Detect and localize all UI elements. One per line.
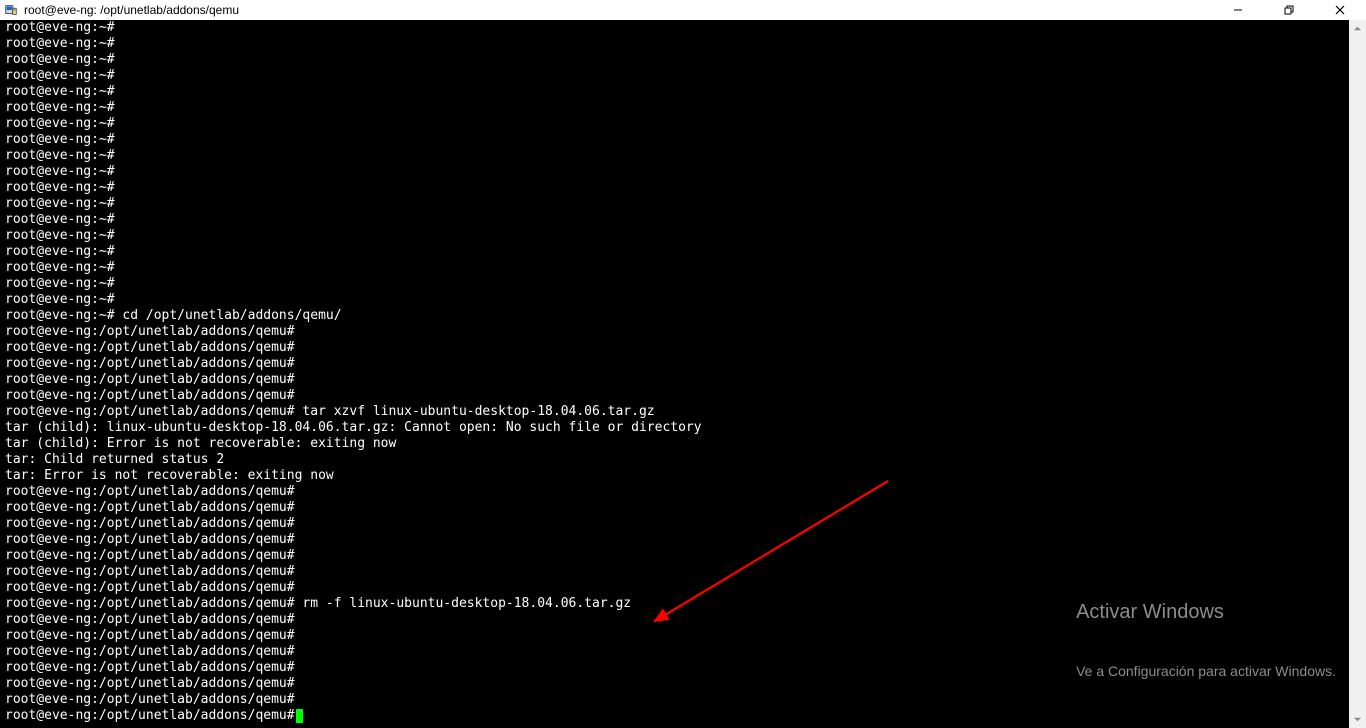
terminal-line: root@eve-ng:~# bbox=[5, 116, 1366, 132]
terminal-line: root@eve-ng:/opt/unetlab/addons/qemu# bbox=[5, 500, 1366, 516]
titlebar: root@eve-ng: /opt/unetlab/addons/qemu bbox=[0, 0, 1366, 20]
terminal-line: root@eve-ng:~# bbox=[5, 52, 1366, 68]
terminal-line: root@eve-ng:~# cd /opt/unetlab/addons/qe… bbox=[5, 308, 1366, 324]
terminal-line: root@eve-ng:~# bbox=[5, 164, 1366, 180]
putty-icon bbox=[4, 3, 18, 17]
terminal-line: root@eve-ng:/opt/unetlab/addons/qemu# bbox=[5, 708, 1366, 724]
terminal-line: root@eve-ng:~# bbox=[5, 84, 1366, 100]
terminal-line: root@eve-ng:~# bbox=[5, 276, 1366, 292]
terminal-line: root@eve-ng:~# bbox=[5, 100, 1366, 116]
terminal-line: root@eve-ng:/opt/unetlab/addons/qemu# bbox=[5, 612, 1366, 628]
terminal-line: root@eve-ng:/opt/unetlab/addons/qemu# bbox=[5, 644, 1366, 660]
terminal-line: root@eve-ng:/opt/unetlab/addons/qemu# bbox=[5, 372, 1366, 388]
minimize-button[interactable] bbox=[1215, 0, 1260, 20]
terminal-line: root@eve-ng:/opt/unetlab/addons/qemu# bbox=[5, 628, 1366, 644]
scrollbar[interactable] bbox=[1349, 20, 1366, 728]
terminal-line: root@eve-ng:/opt/unetlab/addons/qemu# bbox=[5, 580, 1366, 596]
terminal-line: root@eve-ng:/opt/unetlab/addons/qemu# bbox=[5, 564, 1366, 580]
terminal-line: root@eve-ng:/opt/unetlab/addons/qemu# ta… bbox=[5, 404, 1366, 420]
terminal-line: root@eve-ng:/opt/unetlab/addons/qemu# bbox=[5, 324, 1366, 340]
terminal-line: root@eve-ng:/opt/unetlab/addons/qemu# bbox=[5, 692, 1366, 708]
terminal-line: root@eve-ng:/opt/unetlab/addons/qemu# bbox=[5, 676, 1366, 692]
cursor bbox=[296, 709, 303, 723]
terminal-line: tar (child): Error is not recoverable: e… bbox=[5, 436, 1366, 452]
terminal-line: tar: Child returned status 2 bbox=[5, 452, 1366, 468]
scrollbar-track[interactable] bbox=[1349, 37, 1366, 711]
terminal-line: root@eve-ng:/opt/unetlab/addons/qemu# bbox=[5, 532, 1366, 548]
terminal-line: root@eve-ng:~# bbox=[5, 180, 1366, 196]
terminal-line: root@eve-ng:~# bbox=[5, 148, 1366, 164]
terminal-line: root@eve-ng:~# bbox=[5, 260, 1366, 276]
scroll-down-button[interactable] bbox=[1349, 711, 1366, 728]
terminal-line: root@eve-ng:~# bbox=[5, 132, 1366, 148]
window: root@eve-ng: /opt/unetlab/addons/qemu ro… bbox=[0, 0, 1366, 728]
terminal[interactable]: root@eve-ng:~#root@eve-ng:~#root@eve-ng:… bbox=[0, 20, 1366, 728]
terminal-line: root@eve-ng:~# bbox=[5, 228, 1366, 244]
maximize-button[interactable] bbox=[1266, 0, 1311, 20]
terminal-line: tar (child): linux-ubuntu-desktop-18.04.… bbox=[5, 420, 1366, 436]
terminal-line: root@eve-ng:/opt/unetlab/addons/qemu# bbox=[5, 340, 1366, 356]
close-button[interactable] bbox=[1317, 0, 1362, 20]
terminal-line: root@eve-ng:/opt/unetlab/addons/qemu# bbox=[5, 484, 1366, 500]
terminal-line: root@eve-ng:~# bbox=[5, 196, 1366, 212]
terminal-line: root@eve-ng:/opt/unetlab/addons/qemu# bbox=[5, 356, 1366, 372]
terminal-line: root@eve-ng:~# bbox=[5, 36, 1366, 52]
terminal-line: root@eve-ng:~# bbox=[5, 20, 1366, 36]
terminal-line: tar: Error is not recoverable: exiting n… bbox=[5, 468, 1366, 484]
terminal-line: root@eve-ng:~# bbox=[5, 292, 1366, 308]
terminal-line: root@eve-ng:/opt/unetlab/addons/qemu# bbox=[5, 660, 1366, 676]
terminal-line: root@eve-ng:~# bbox=[5, 68, 1366, 84]
scroll-up-button[interactable] bbox=[1349, 20, 1366, 37]
terminal-line: root@eve-ng:~# bbox=[5, 212, 1366, 228]
terminal-line: root@eve-ng:~# bbox=[5, 244, 1366, 260]
terminal-line: root@eve-ng:/opt/unetlab/addons/qemu# bbox=[5, 388, 1366, 404]
terminal-line: root@eve-ng:/opt/unetlab/addons/qemu# rm… bbox=[5, 596, 1366, 612]
window-title: root@eve-ng: /opt/unetlab/addons/qemu bbox=[24, 3, 239, 17]
terminal-line: root@eve-ng:/opt/unetlab/addons/qemu# bbox=[5, 516, 1366, 532]
terminal-line: root@eve-ng:/opt/unetlab/addons/qemu# bbox=[5, 548, 1366, 564]
